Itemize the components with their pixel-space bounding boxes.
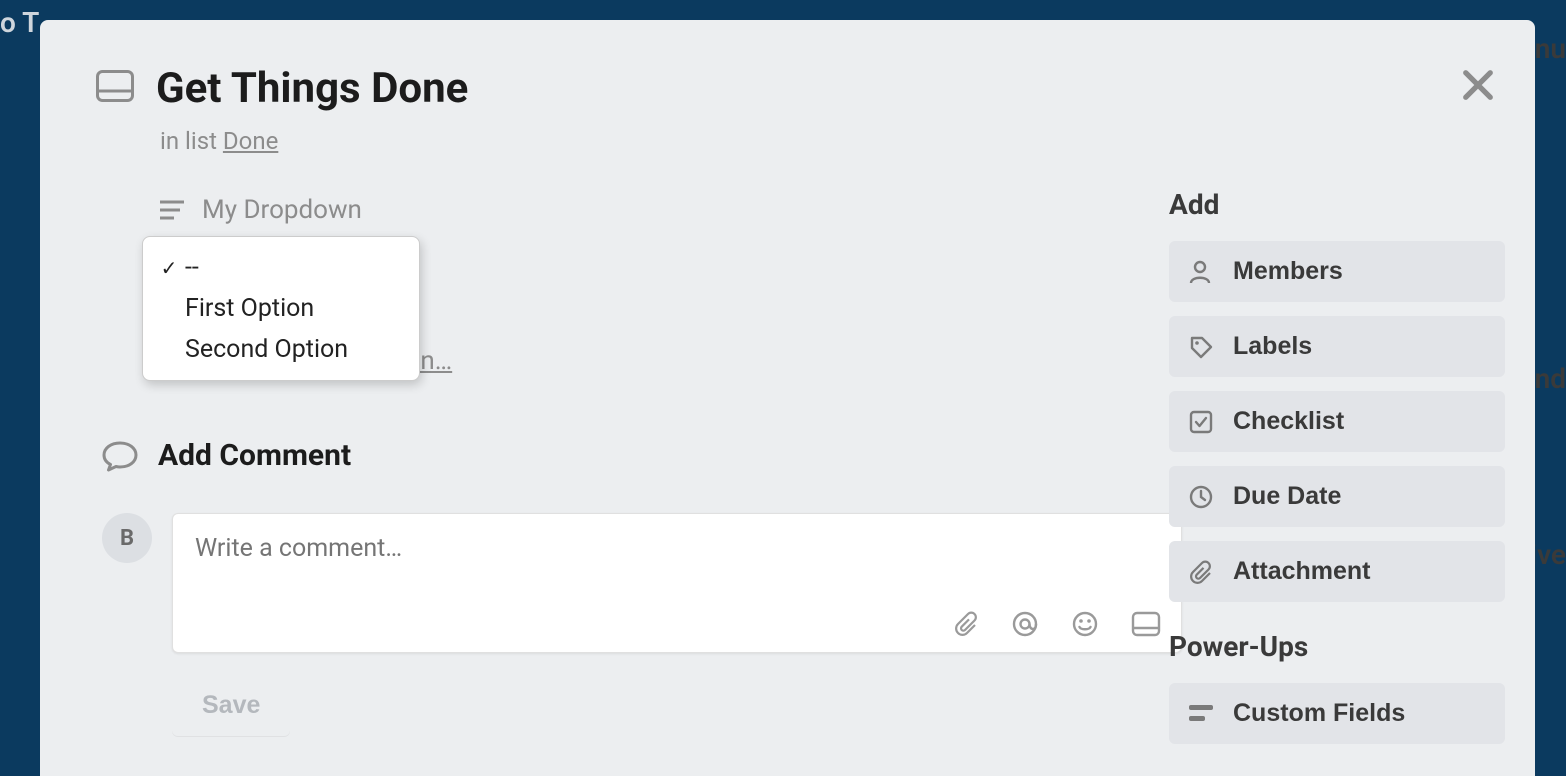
tag-icon	[1189, 335, 1213, 359]
custom-field-label: My Dropdown	[202, 195, 362, 225]
list-prefix: in list	[160, 127, 223, 155]
due-date-button[interactable]: Due Date	[1169, 466, 1505, 527]
bg-frag: ive	[1530, 538, 1566, 571]
sidebar-button-label: Checklist	[1233, 407, 1344, 436]
comment-input[interactable]	[173, 514, 1181, 612]
sidebar-button-label: Attachment	[1233, 557, 1371, 586]
check-icon: ✓	[157, 256, 181, 280]
list-link[interactable]: Done	[223, 127, 278, 155]
dropdown-menu: ✓ -- First Option Second Option	[142, 236, 420, 381]
labels-button[interactable]: Labels	[1169, 316, 1505, 377]
card-header: Get Things Done	[96, 64, 1505, 113]
avatar[interactable]: B	[102, 513, 152, 563]
sidebar-powerups-heading: Power-Ups	[1169, 630, 1505, 663]
dropdown-option-label: --	[185, 253, 199, 282]
sidebar-button-label: Due Date	[1233, 482, 1341, 511]
card-small-icon[interactable]	[1131, 610, 1161, 638]
members-button[interactable]: Members	[1169, 241, 1505, 302]
dropdown-option-second[interactable]: Second Option	[143, 329, 419, 370]
list-info: in list Done	[160, 127, 1505, 155]
emoji-icon[interactable]	[1071, 610, 1099, 638]
comment-box	[172, 513, 1182, 653]
clock-icon	[1189, 485, 1213, 509]
card-modal: Get Things Done in list Done My Dropdown…	[40, 20, 1535, 776]
attachment-button[interactable]: Attachment	[1169, 541, 1505, 602]
bars-icon	[1189, 705, 1213, 723]
bg-frag: nd	[1535, 362, 1566, 395]
close-icon	[1457, 64, 1499, 106]
dropdown-option-label: First Option	[185, 294, 314, 323]
list-lines-icon	[160, 200, 184, 220]
checklist-icon	[1189, 410, 1213, 434]
card-title[interactable]: Get Things Done	[156, 64, 468, 113]
close-button[interactable]	[1457, 64, 1499, 106]
sidebar-button-label: Members	[1233, 257, 1343, 286]
card-icon	[96, 70, 134, 102]
sidebar-button-label: Labels	[1233, 332, 1312, 361]
comment-section: Add Comment B	[102, 438, 1182, 736]
speech-bubble-icon	[102, 440, 138, 472]
checklist-button[interactable]: Checklist	[1169, 391, 1505, 452]
comment-body: B	[102, 513, 1182, 653]
dropdown-option-label: Second Option	[185, 335, 348, 364]
custom-fields-button[interactable]: Custom Fields	[1169, 683, 1505, 744]
attachment-icon[interactable]	[953, 610, 979, 638]
card-sidebar: Add Members Labels Checklist Due Date	[1169, 188, 1505, 758]
person-icon	[1189, 260, 1213, 284]
comment-heading: Add Comment	[158, 438, 351, 473]
bg-frag: nu	[1535, 32, 1566, 65]
save-comment-button[interactable]: Save	[172, 675, 290, 736]
sidebar-button-label: Custom Fields	[1233, 699, 1405, 728]
dropdown-option-first[interactable]: First Option	[143, 288, 419, 329]
comment-header: Add Comment	[102, 438, 1182, 473]
dropdown-option-none[interactable]: ✓ --	[143, 247, 419, 288]
mention-icon[interactable]	[1011, 610, 1039, 638]
paperclip-icon	[1189, 560, 1213, 584]
sidebar-add-heading: Add	[1169, 188, 1505, 221]
comment-toolbar	[953, 610, 1161, 638]
